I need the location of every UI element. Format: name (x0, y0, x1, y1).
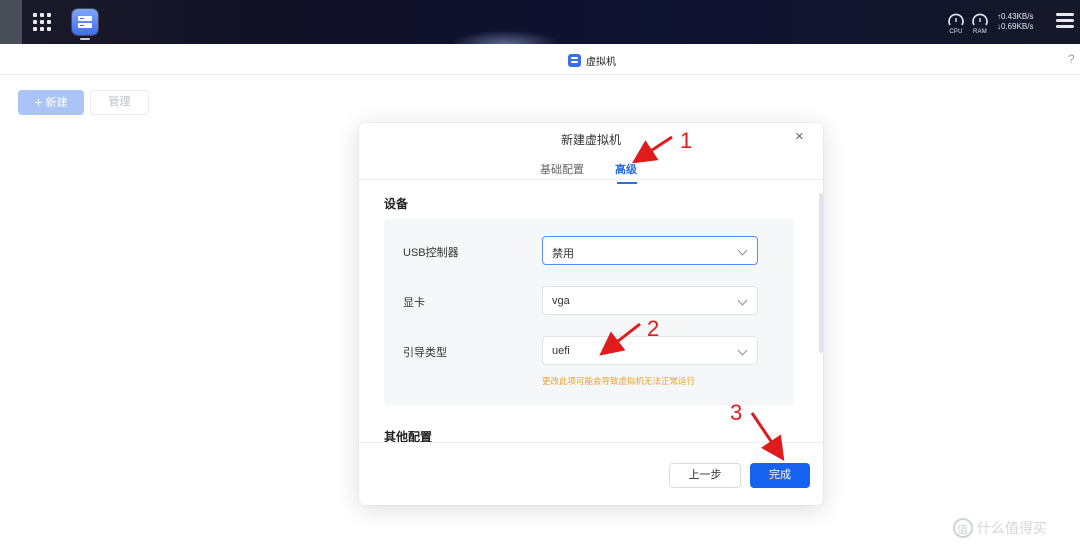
arrow-2 (599, 322, 641, 356)
watermark: 什么值得买 (953, 518, 1047, 538)
arrow-1 (631, 135, 673, 164)
arrow-3 (750, 412, 785, 461)
watermark-logo-icon (953, 518, 973, 538)
annotation-arrows (599, 135, 785, 461)
annotation-number-2: 2 (647, 316, 660, 341)
annotation-number-1: 1 (680, 128, 693, 153)
annotation-number-3: 3 (730, 400, 743, 425)
watermark-text: 什么值得买 (977, 520, 1047, 536)
